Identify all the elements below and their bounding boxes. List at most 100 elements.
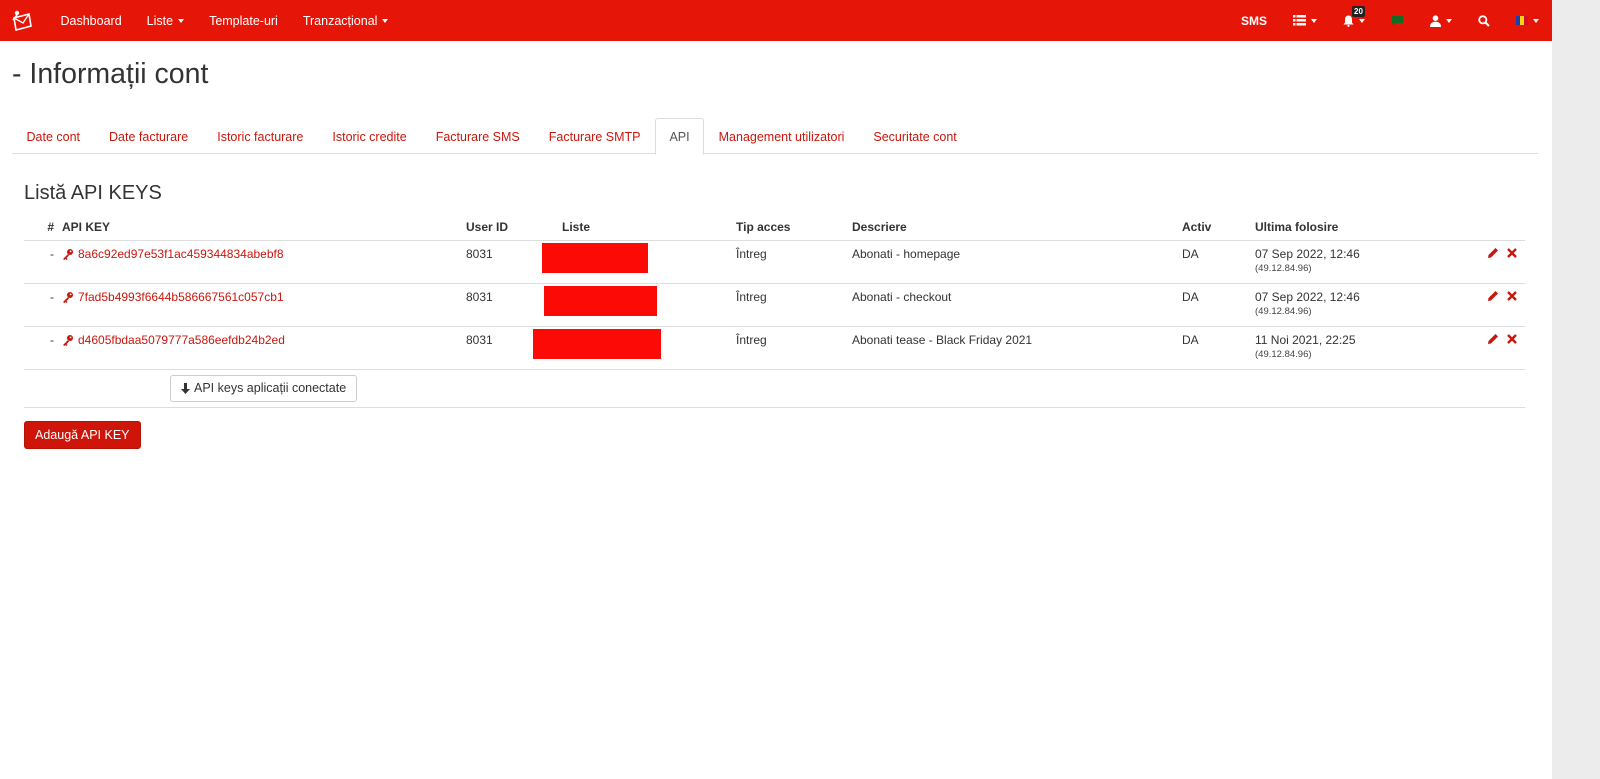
- chevron-down-icon: [1311, 18, 1317, 23]
- footer-cell: API keys aplicații conectate: [58, 369, 1525, 408]
- delete-cell: [1503, 283, 1525, 327]
- active-cell: DA: [1178, 326, 1251, 370]
- delete-icon[interactable]: [1507, 290, 1517, 301]
- last-used-ip: (49.12.84.96): [1255, 262, 1312, 274]
- top-navbar: Dashboard Liste Template-uri Tranzacțion…: [0, 0, 1552, 41]
- edit-cell: [1449, 326, 1503, 370]
- section-title: Listă API KEYS: [24, 182, 162, 204]
- redacted-lists: [544, 285, 657, 316]
- tab-management-utilizatori[interactable]: Management utilizatori: [704, 118, 859, 154]
- last-used-date: 11 Noi 2021, 22:25: [1255, 332, 1356, 347]
- user-menu-button[interactable]: [1417, 0, 1465, 41]
- search-icon: [1478, 14, 1490, 27]
- romania-flag-icon: [1516, 16, 1528, 25]
- redacted-lists: [542, 242, 648, 273]
- header-activ: Activ: [1178, 215, 1251, 241]
- access-cell: Întreg: [732, 326, 848, 370]
- tab-date-cont[interactable]: Date cont: [12, 118, 95, 154]
- connected-apps-button[interactable]: API keys aplicații conectate: [170, 374, 358, 402]
- api-keys-table: # API KEY User ID Liste Tip acces Descri…: [24, 215, 1525, 408]
- footer-spacer: [24, 369, 58, 408]
- edit-icon[interactable]: [1487, 333, 1499, 345]
- nav-tranzactional[interactable]: Tranzacțional: [290, 0, 401, 41]
- header-user-id: User ID: [462, 215, 558, 241]
- api-key-cell: d4605fbdaa5079777a586eefdb24b2ed: [58, 326, 462, 370]
- nav-liste-label: Liste: [146, 13, 174, 28]
- header-descriere: Descriere: [848, 215, 1178, 241]
- last-used-date: 07 Sep 2022, 12:46: [1255, 289, 1360, 304]
- chevron-down-icon: [1359, 18, 1365, 23]
- delete-cell: [1503, 326, 1525, 370]
- tab-securitate-cont[interactable]: Securitate cont: [859, 118, 971, 154]
- chevron-down-icon: [1533, 18, 1539, 23]
- list-menu-button[interactable]: [1280, 0, 1330, 41]
- header-api-key: API KEY: [58, 215, 462, 241]
- scrollbar-track[interactable]: [1552, 0, 1600, 779]
- search-button[interactable]: [1465, 0, 1503, 41]
- nav-tranzactional-label: Tranzacțional: [302, 13, 378, 28]
- description-cell: Abonati tease - Black Friday 2021: [848, 326, 1178, 370]
- connected-apps-label: API keys aplicații conectate: [194, 381, 347, 395]
- description-cell: Abonati - homepage: [848, 240, 1178, 284]
- language-menu-button[interactable]: [1503, 0, 1552, 41]
- lists-cell: [533, 326, 732, 370]
- account-tabs: Date cont Date facturare Istoric factura…: [12, 118, 1538, 155]
- sms-label: SMS: [1240, 13, 1267, 28]
- notifications-button[interactable]: 20: [1330, 0, 1378, 41]
- header-ultima-folosire: Ultima folosire: [1251, 215, 1449, 241]
- lists-cell: [544, 283, 732, 327]
- logo-icon[interactable]: [0, 0, 44, 41]
- api-key-link[interactable]: d4605fbdaa5079777a586eefdb24b2ed: [62, 333, 285, 347]
- active-cell: DA: [1178, 283, 1251, 327]
- access-cell: Întreg: [732, 283, 848, 327]
- header-tip-acces: Tip acces: [732, 215, 848, 241]
- tab-api[interactable]: API: [654, 118, 705, 155]
- tab-istoric-facturare[interactable]: Istoric facturare: [203, 118, 318, 154]
- tab-date-facturare[interactable]: Date facturare: [95, 118, 203, 154]
- table-row: - 8a6c92ed97e53f1ac459344834abebf8 8031 …: [24, 240, 1525, 284]
- api-key-text: 7fad5b4993f6644b586667561c057cb1: [78, 289, 284, 304]
- arrow-down-icon: [181, 382, 190, 394]
- nav-template-uri[interactable]: Template-uri: [197, 0, 291, 41]
- api-key-text: d4605fbdaa5079777a586eefdb24b2ed: [78, 332, 285, 347]
- nav-liste[interactable]: Liste: [134, 0, 196, 41]
- tab-facturare-smtp[interactable]: Facturare SMTP: [534, 118, 655, 154]
- delete-icon[interactable]: [1507, 333, 1517, 344]
- chevron-down-icon: [1446, 18, 1452, 23]
- row-num: -: [24, 240, 58, 284]
- last-used-cell: 07 Sep 2022, 12:46 (49.12.84.96): [1251, 283, 1449, 327]
- key-icon: [63, 248, 73, 260]
- header-num: #: [24, 215, 58, 241]
- access-cell: Întreg: [732, 240, 848, 284]
- user-icon: [1430, 14, 1441, 27]
- last-used-ip: (49.12.84.96): [1255, 305, 1312, 317]
- lists-cell: [542, 240, 732, 284]
- notifications-badge: 20: [1352, 6, 1365, 17]
- nav-template-uri-label: Template-uri: [209, 13, 278, 28]
- page-title: - Informații cont: [12, 58, 209, 90]
- header-edit: [1449, 215, 1503, 241]
- tab-facturare-sms[interactable]: Facturare SMS: [421, 118, 534, 154]
- api-key-cell: 7fad5b4993f6644b586667561c057cb1: [58, 283, 462, 327]
- last-used-cell: 11 Noi 2021, 22:25 (49.12.84.96): [1251, 326, 1449, 370]
- header-delete: [1503, 215, 1525, 241]
- api-key-link[interactable]: 8a6c92ed97e53f1ac459344834abebf8: [62, 247, 284, 261]
- add-api-key-button[interactable]: Adaugă API KEY: [24, 421, 141, 449]
- chat-button[interactable]: [1378, 0, 1417, 41]
- edit-icon[interactable]: [1487, 290, 1499, 302]
- last-used-date: 07 Sep 2022, 12:46: [1255, 246, 1360, 261]
- sms-link[interactable]: SMS: [1228, 0, 1280, 41]
- key-icon: [63, 334, 73, 346]
- nav-dashboard[interactable]: Dashboard: [48, 0, 134, 41]
- api-key-link[interactable]: 7fad5b4993f6644b586667561c057cb1: [62, 290, 284, 304]
- edit-icon[interactable]: [1487, 247, 1499, 259]
- last-used-ip: (49.12.84.96): [1255, 348, 1312, 360]
- table-row: - 7fad5b4993f6644b586667561c057cb1 8031 …: [24, 283, 1525, 327]
- delete-icon[interactable]: [1507, 247, 1517, 258]
- tab-istoric-credite[interactable]: Istoric credite: [318, 118, 421, 154]
- chevron-down-icon: [382, 18, 389, 23]
- redacted-lists: [533, 328, 661, 359]
- row-num: -: [24, 283, 58, 327]
- header-liste: Liste: [558, 215, 732, 241]
- key-icon: [63, 291, 73, 303]
